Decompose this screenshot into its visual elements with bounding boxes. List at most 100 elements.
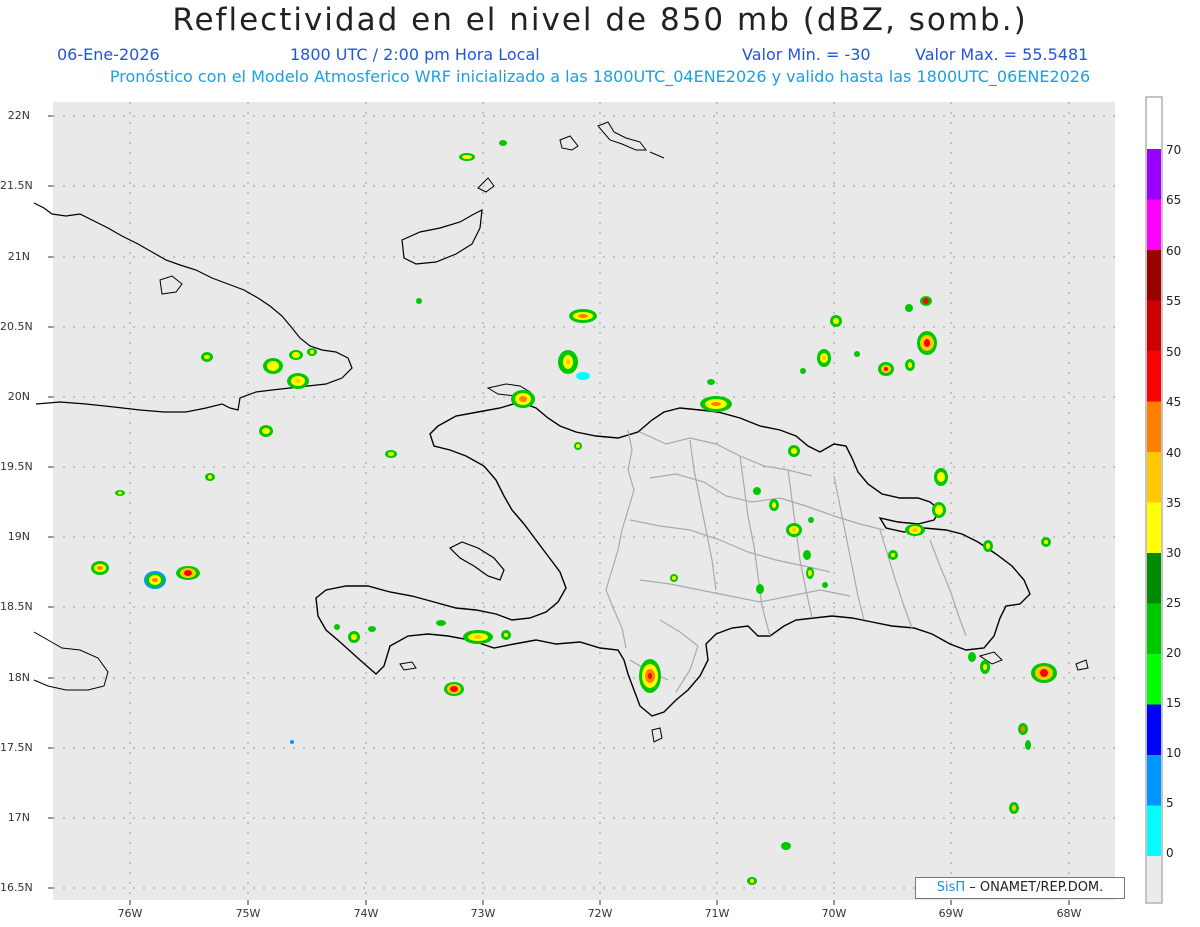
cell (888, 550, 898, 560)
colorbar-swatch (1147, 351, 1161, 402)
cell (385, 450, 397, 458)
cell (700, 396, 732, 412)
cell (639, 659, 661, 693)
map-canvas (33, 96, 1163, 905)
cell (416, 298, 422, 304)
cell (463, 630, 493, 644)
colorbar-label: 45 (1166, 395, 1182, 409)
cell (263, 358, 283, 374)
lon-label: 69W (938, 907, 964, 920)
cell (444, 682, 464, 696)
cell (1025, 740, 1031, 750)
colorbar-swatch (1147, 805, 1161, 856)
colorbar-label: 70 (1166, 143, 1182, 157)
cell (905, 524, 925, 536)
colorbar-swatch (1147, 300, 1161, 351)
lat-label: 20.5N (0, 320, 33, 333)
cell (144, 571, 166, 589)
lon-label: 73W (470, 907, 496, 920)
cell (822, 582, 828, 588)
colorbar-swatch (1147, 502, 1161, 553)
colorbar-swatch (1147, 856, 1161, 902)
cell (290, 740, 294, 744)
cell (968, 652, 976, 662)
cell (670, 574, 678, 582)
colorbar-label: 30 (1166, 546, 1182, 560)
lat-label: 17.5N (0, 741, 33, 754)
cell (115, 490, 125, 496)
cell (436, 620, 446, 626)
cell (201, 352, 213, 362)
sispi-logo: SisΠ (936, 880, 966, 895)
cell (334, 624, 340, 630)
cell (91, 561, 109, 575)
lat-label: 22N (7, 109, 30, 122)
cell (934, 468, 948, 486)
cell (803, 550, 811, 560)
cell (753, 487, 761, 495)
cell (368, 626, 376, 632)
lat-label: 21N (7, 250, 30, 263)
lon-label: 72W (587, 907, 613, 920)
cell (788, 445, 800, 457)
colorbar-swatch (1147, 704, 1161, 755)
cell (878, 362, 894, 376)
lon-label: 71W (704, 907, 730, 920)
colorbar-label: 20 (1166, 646, 1182, 660)
cell (806, 567, 814, 579)
colorbar-label: 35 (1166, 496, 1182, 510)
cell (499, 140, 507, 146)
cell (511, 390, 535, 408)
cell (980, 660, 990, 674)
cell (707, 379, 715, 385)
colorbar-label: 50 (1166, 345, 1182, 359)
colorbar-label: 40 (1166, 446, 1182, 460)
cell (287, 373, 309, 389)
cell (307, 348, 317, 356)
cell (769, 499, 779, 511)
colorbar-label: 5 (1166, 796, 1174, 810)
cell (1041, 537, 1051, 547)
colorbar-label: 0 (1166, 846, 1174, 860)
cell (932, 502, 946, 518)
cell (830, 315, 842, 327)
colorbar-label: 25 (1166, 596, 1182, 610)
cell (574, 442, 582, 450)
colorbar-label: 60 (1166, 244, 1182, 258)
lat-label: 18N (7, 671, 30, 684)
cell (781, 842, 791, 850)
cell (1009, 802, 1019, 814)
cell (983, 540, 993, 552)
cell (800, 368, 806, 374)
colorbar-swatch (1147, 149, 1161, 200)
cell (905, 359, 915, 371)
colorbar-label: 55 (1166, 294, 1182, 308)
lon-label: 70W (821, 907, 847, 920)
colorbar-swatch (1147, 654, 1161, 705)
cell (558, 350, 578, 374)
lat-label: 21.5N (0, 179, 33, 192)
cell (817, 349, 831, 367)
cell (1018, 723, 1028, 735)
cell (917, 331, 937, 355)
cell (905, 304, 913, 312)
cell (920, 296, 932, 306)
cell (786, 523, 802, 537)
credit-text: – ONAMET/REP.DOM. (969, 880, 1104, 895)
lat-label: 17N (7, 811, 30, 824)
map-panel (53, 102, 1115, 900)
cell (459, 153, 475, 161)
colorbar-swatch (1147, 199, 1161, 250)
colorbar-label: 10 (1166, 746, 1182, 760)
cell (1031, 663, 1057, 683)
cell (808, 517, 814, 523)
cell (501, 630, 511, 640)
lon-label: 76W (117, 907, 143, 920)
cell (576, 372, 590, 380)
lon-label: 68W (1056, 907, 1082, 920)
cell (756, 584, 764, 594)
colorbar-swatch (1147, 553, 1161, 604)
lat-label: 19N (7, 530, 30, 543)
lat-label: 19.5N (0, 460, 33, 473)
cell (747, 877, 757, 885)
